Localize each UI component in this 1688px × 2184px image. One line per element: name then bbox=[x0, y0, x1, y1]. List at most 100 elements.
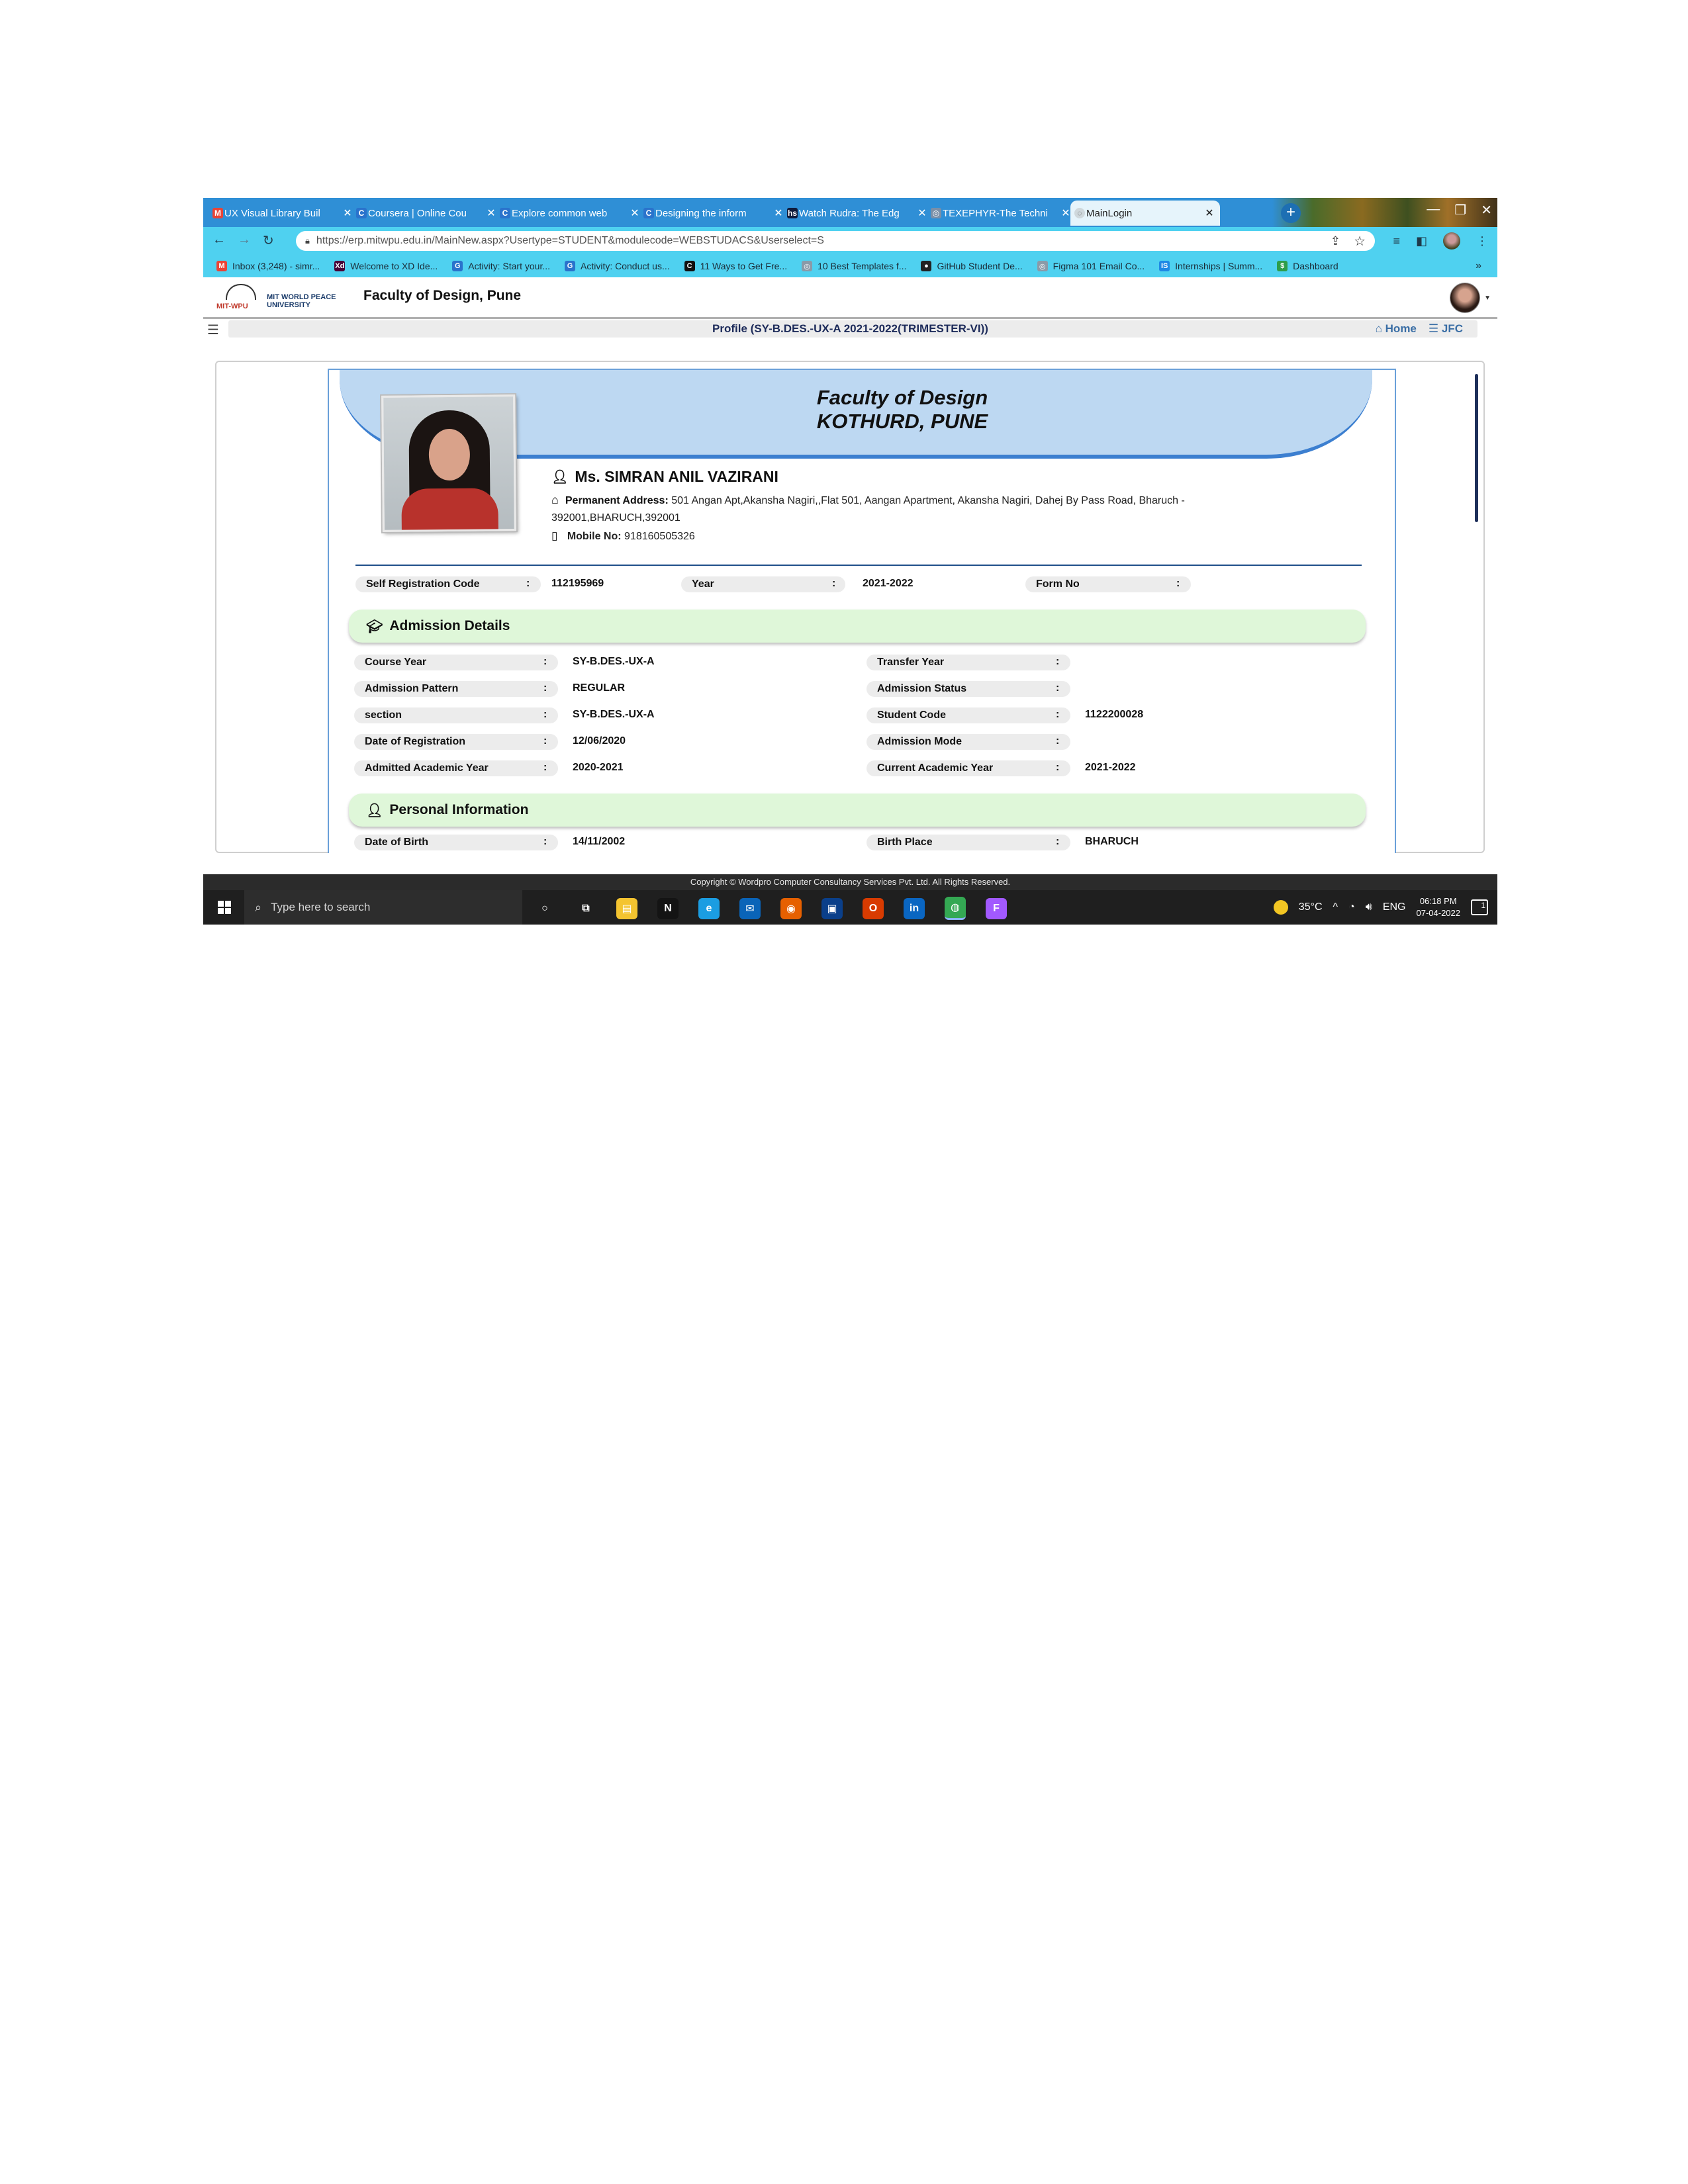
field-value: SY-B.DES.-UX-A bbox=[573, 709, 655, 720]
bookmark-star-icon[interactable]: ☆ bbox=[1354, 233, 1366, 250]
restore-icon[interactable]: ❐ bbox=[1454, 202, 1466, 218]
taskbar-search[interactable]: ⌕ Type here to search bbox=[244, 890, 522, 925]
forward-icon[interactable]: → bbox=[238, 232, 251, 248]
firefox-icon[interactable]: ◉ bbox=[780, 897, 802, 919]
clock[interactable]: 06:18 PM 07-04-2022 bbox=[1417, 895, 1461, 919]
field-colon: : bbox=[1056, 709, 1060, 720]
reload-icon[interactable]: ↻ bbox=[263, 232, 274, 249]
gmail-icon: M bbox=[212, 208, 223, 218]
bookmark-item[interactable]: G Activity: Start your... bbox=[452, 261, 550, 271]
window-controls: — ❐ ✕ bbox=[1427, 202, 1492, 218]
browser-tab[interactable]: M UX Visual Library Buil ✕ bbox=[209, 201, 358, 226]
scrollbar-thumb[interactable] bbox=[1475, 374, 1478, 522]
field-row: section: SY-B.DES.-UX-A bbox=[354, 707, 857, 725]
close-tab-icon[interactable]: ✕ bbox=[917, 206, 927, 220]
notification-icon[interactable]: 1 bbox=[1471, 899, 1488, 915]
chrome-icon[interactable]: ◍ bbox=[945, 897, 966, 920]
figma-icon[interactable]: F bbox=[986, 897, 1007, 919]
lock-icon[interactable]: 🔒︎ bbox=[305, 236, 310, 246]
app-header: MIT-WPU MIT WORLD PEACE UNIVERSITY Facul… bbox=[203, 277, 1497, 319]
netflix-icon[interactable]: N bbox=[657, 897, 679, 919]
mobile-number: 918160505326 bbox=[624, 531, 695, 542]
close-window-icon[interactable]: ✕ bbox=[1481, 202, 1492, 218]
task-view-icon[interactable]: ⧉ bbox=[575, 898, 596, 919]
home-link[interactable]: ⌂ Home bbox=[1376, 322, 1417, 336]
close-tab-icon[interactable]: ✕ bbox=[342, 206, 353, 220]
language-indicator[interactable]: ENG bbox=[1383, 901, 1406, 913]
page-title: Profile (SY-B.DES.-UX-A 2021-2022(TRIMES… bbox=[712, 322, 988, 335]
field-value: 2020-2021 bbox=[573, 762, 624, 773]
screenshot-frame: M UX Visual Library Buil ✕ C Coursera | Onli… bbox=[203, 198, 1497, 925]
menu-kebab-icon[interactable]: ⋮ bbox=[1476, 234, 1488, 248]
personal-information-header[interactable]: 👤︎ Personal Information bbox=[349, 794, 1366, 827]
bookmark-item[interactable]: $ Dashboard bbox=[1277, 261, 1338, 271]
year-row: Year : 2021-2022 bbox=[681, 576, 1012, 594]
bookmark-item[interactable]: ● GitHub Student De... bbox=[921, 261, 1023, 271]
bookmark-item[interactable]: C 11 Ways to Get Fre... bbox=[684, 261, 787, 271]
address-bar[interactable]: 🔒︎ https://erp.mitwpu.edu.in/MainNew.asp… bbox=[296, 231, 1375, 251]
coursera-icon: C bbox=[643, 208, 654, 218]
minimize-icon[interactable]: — bbox=[1427, 202, 1440, 218]
windows-start-icon[interactable] bbox=[218, 901, 231, 914]
field-label: Year bbox=[681, 576, 845, 592]
coursera-icon: C bbox=[356, 208, 367, 218]
network-icon[interactable]: ◔ bbox=[1348, 901, 1355, 913]
browser-tab[interactable]: C Explore common web ✕ bbox=[496, 201, 645, 226]
bookmark-item[interactable]: ◎ Figma 101 Email Co... bbox=[1037, 261, 1145, 271]
bookmark-item[interactable]: M Inbox (3,248) - simr... bbox=[216, 261, 320, 271]
xd-icon: Xd bbox=[334, 261, 346, 271]
field-label: Form No bbox=[1025, 576, 1191, 592]
close-tab-icon[interactable]: ✕ bbox=[773, 206, 784, 220]
close-tab-icon[interactable]: ✕ bbox=[630, 206, 640, 220]
linkedin-icon[interactable]: in bbox=[904, 897, 925, 919]
browser-tab[interactable]: ◌ MainLogin ✕ bbox=[1070, 201, 1220, 226]
new-tab-button[interactable]: + bbox=[1281, 203, 1301, 223]
side-panel-icon[interactable]: ◧ bbox=[1416, 234, 1427, 248]
close-tab-icon[interactable]: ✕ bbox=[486, 206, 496, 220]
more-bookmarks-icon[interactable]: » bbox=[1476, 260, 1481, 272]
back-icon[interactable]: ← bbox=[212, 232, 226, 248]
address-line-2: 392001,BHARUCH,392001 bbox=[551, 512, 680, 523]
field-row: Current Academic Year: 2021-2022 bbox=[867, 760, 1370, 778]
university-logo[interactable]: MIT-WPU MIT WORLD PEACE UNIVERSITY bbox=[216, 283, 346, 313]
office-icon[interactable]: O bbox=[863, 897, 884, 919]
store-icon[interactable]: ▣ bbox=[821, 897, 843, 919]
profile-avatar[interactable] bbox=[1443, 232, 1460, 250]
bookmark-item[interactable]: Xd Welcome to XD Ide... bbox=[334, 261, 438, 271]
browser-tab[interactable]: C Designing the inform ✕ bbox=[639, 201, 789, 226]
edge-icon[interactable]: e bbox=[698, 897, 720, 919]
close-tab-icon[interactable]: ✕ bbox=[1060, 206, 1071, 220]
search-placeholder: Type here to search bbox=[271, 901, 371, 913]
weather-sun-icon[interactable] bbox=[1273, 900, 1288, 915]
close-tab-icon[interactable]: ✕ bbox=[1204, 206, 1215, 220]
field-value: SY-B.DES.-UX-A bbox=[573, 656, 655, 667]
file-explorer-icon[interactable]: ▤ bbox=[616, 897, 637, 919]
browser-tab[interactable]: C Coursera | Online Cou ✕ bbox=[352, 201, 502, 226]
cortana-icon[interactable]: ○ bbox=[534, 898, 555, 919]
bookmark-label: GitHub Student De... bbox=[937, 261, 1023, 271]
browser-tab[interactable]: ◎ TEXEPHYR-The Techni ✕ bbox=[927, 201, 1076, 226]
volume-icon[interactable]: 🔊︎ bbox=[1366, 901, 1372, 913]
user-avatar[interactable] bbox=[1450, 283, 1480, 313]
share-icon[interactable]: ⇪ bbox=[1331, 234, 1340, 248]
bookmark-item[interactable]: IS Internships | Summ... bbox=[1159, 261, 1262, 271]
bookmark-label: Internships | Summ... bbox=[1175, 261, 1263, 271]
tab-title: Designing the inform bbox=[655, 207, 747, 219]
copyright-footer: Copyright © Wordpro Computer Consultancy… bbox=[203, 874, 1497, 890]
field-value: 2021-2022 bbox=[863, 578, 914, 589]
bookmark-item[interactable]: ◎ 10 Best Templates f... bbox=[802, 261, 906, 271]
browser-tab[interactable]: hs Watch Rudra: The Edg ✕ bbox=[783, 201, 933, 226]
list-icon: ☰ bbox=[1428, 322, 1439, 335]
admission-details-header[interactable]: 🎓︎ Admission Details bbox=[349, 610, 1366, 643]
field-label: Admission Mode bbox=[867, 734, 1070, 750]
chevron-up-icon[interactable]: ^ bbox=[1333, 901, 1338, 913]
mail-icon[interactable]: ✉ bbox=[739, 897, 761, 919]
jfc-link[interactable]: ☰ JFC bbox=[1429, 322, 1463, 336]
reading-list-icon[interactable]: ≡ bbox=[1393, 234, 1400, 248]
chevron-down-icon[interactable]: ▼ bbox=[1484, 295, 1491, 302]
field-label: section bbox=[354, 707, 558, 723]
page-title-bar: ☰ Profile (SY-B.DES.-UX-A 2021-2022(TRIM… bbox=[203, 319, 1497, 339]
section-title: Personal Information bbox=[389, 802, 529, 817]
bookmark-item[interactable]: G Activity: Conduct us... bbox=[565, 261, 670, 271]
temperature[interactable]: 35°C bbox=[1299, 901, 1323, 913]
